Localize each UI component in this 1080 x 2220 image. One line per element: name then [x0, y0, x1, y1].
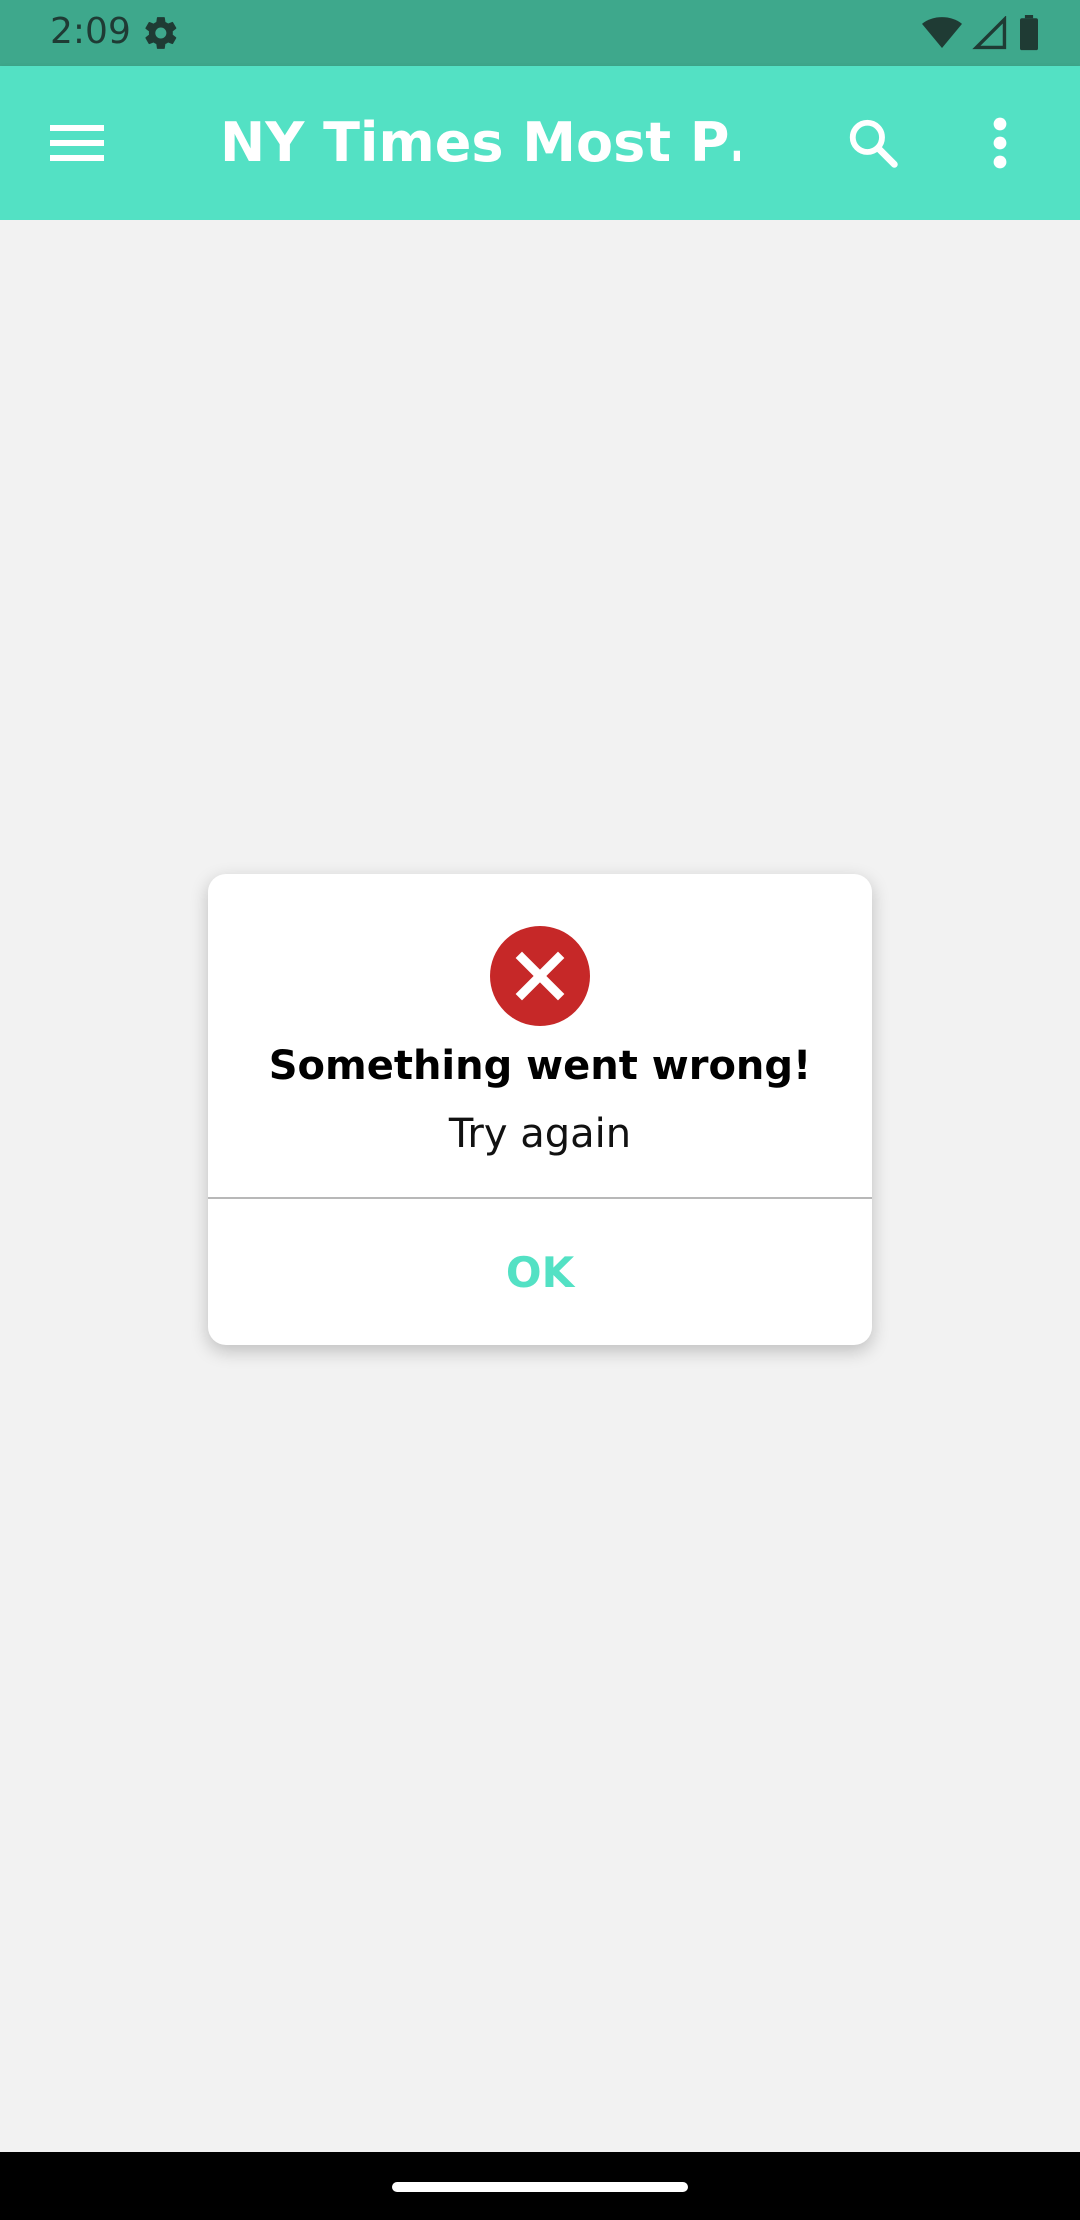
status-time: 2:09 — [50, 11, 131, 52]
search-button[interactable] — [838, 108, 908, 178]
status-icons — [922, 14, 1040, 52]
app-title: NY Times Most P… — [220, 111, 740, 174]
status-bar: 2:09 — [0, 0, 1080, 66]
dialog-title: Something went wrong! — [268, 1043, 812, 1089]
cell-signal-icon — [972, 16, 1007, 50]
navigation-bar — [0, 2152, 1080, 2220]
error-dialog: Something went wrong! Try again OK — [208, 874, 872, 1345]
settings-gear-icon — [145, 17, 177, 49]
ok-button[interactable]: OK — [208, 1199, 872, 1345]
search-icon — [849, 119, 898, 168]
battery-icon — [1020, 15, 1038, 51]
more-vert-icon — [993, 117, 1007, 169]
menu-button[interactable] — [42, 112, 112, 174]
error-x-icon — [490, 926, 590, 1026]
home-gesture-handle[interactable] — [392, 2182, 688, 2192]
app-bar: NY Times Most P… — [0, 66, 1080, 220]
dialog-message: Try again — [448, 1111, 632, 1157]
more-options-button[interactable] — [968, 108, 1032, 178]
hamburger-menu-icon — [50, 125, 104, 161]
wifi-icon — [922, 17, 962, 48]
